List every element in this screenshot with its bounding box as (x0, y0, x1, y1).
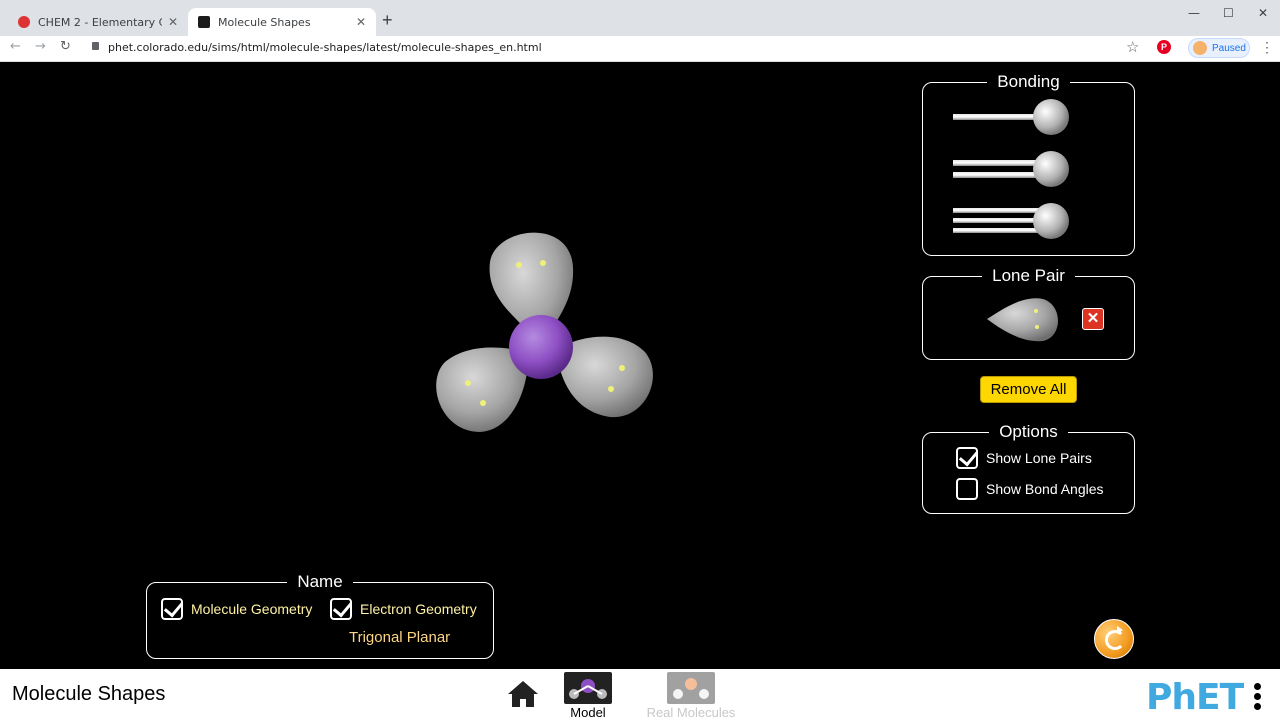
real-molecules-screen-thumbnail (667, 672, 715, 704)
electron-dot (540, 260, 546, 266)
lock-icon (92, 42, 99, 50)
name-title: Name (287, 572, 353, 591)
electron-dot (619, 365, 625, 371)
home-icon[interactable] (506, 679, 540, 709)
show-bond-angles-label: Show Bond Angles (986, 481, 1104, 497)
address-bar[interactable]: phet.colorado.edu/sims/html/molecule-sha… (108, 41, 542, 54)
new-tab-icon[interactable]: + (382, 10, 393, 31)
molecule-geometry-label: Molecule Geometry (191, 601, 313, 617)
screen-model-button[interactable]: Model (543, 672, 633, 720)
profile-button[interactable]: Paused (1188, 38, 1250, 58)
lone-pair-title: Lone Pair (982, 266, 1075, 285)
remove-lone-pair-button[interactable]: ✕ (1082, 308, 1104, 330)
browser-menu-icon[interactable]: ⋮ (1260, 39, 1274, 56)
reset-all-button[interactable] (1094, 619, 1134, 659)
avatar (1193, 41, 1207, 55)
checkbox-checked-icon[interactable] (956, 447, 978, 469)
electron-geometry-name: Trigonal Planar (349, 629, 451, 646)
close-icon[interactable]: ✕ (168, 15, 178, 29)
browser-tab-chem2[interactable]: CHEM 2 - Elementary Chemistry ✕ (8, 8, 188, 36)
double-bond-button[interactable] (953, 149, 1073, 189)
screen-real-molecules-label: Real Molecules (646, 705, 736, 720)
bonding-panel: Bonding (922, 72, 1135, 256)
show-lone-pairs-checkbox[interactable]: Show Lone Pairs (956, 447, 1092, 469)
bookmark-star-icon[interactable]: ☆ (1126, 38, 1139, 56)
phet-menu-icon[interactable] (1254, 683, 1261, 713)
checkbox-checked-icon[interactable] (161, 598, 183, 620)
electron-geometry-checkbox[interactable]: Electron Geometry (330, 598, 477, 620)
browser-toolbar: ← → ↻ phet.colorado.edu/sims/html/molecu… (0, 36, 1280, 62)
checkbox-checked-icon[interactable] (330, 598, 352, 620)
screen-model-label: Model (570, 705, 606, 720)
triple-bond-button[interactable] (953, 201, 1073, 241)
model-screen-thumbnail (564, 672, 612, 704)
molecule-geometry-checkbox[interactable]: Molecule Geometry (161, 598, 312, 620)
options-panel: Options Show Lone Pairs Show Bond Angles (922, 422, 1135, 514)
phet-logo[interactable]: PhET (1146, 677, 1244, 718)
electron-dot (608, 386, 614, 392)
add-lone-pair-button[interactable] (983, 291, 1063, 347)
bonding-title: Bonding (987, 72, 1070, 91)
name-panel: Name Molecule Geometry Electron Geometry… (146, 572, 494, 659)
tab-title: CHEM 2 - Elementary Chemistry (38, 15, 162, 29)
tab-title: Molecule Shapes (218, 15, 311, 29)
maximize-icon[interactable]: ☐ (1223, 6, 1234, 20)
electron-dot (480, 400, 486, 406)
browser-tabstrip: CHEM 2 - Elementary Chemistry ✕ Molecule… (0, 0, 1280, 36)
screen-real-molecules-button[interactable]: Real Molecules (646, 672, 736, 720)
reset-arrowhead (1117, 626, 1123, 634)
electron-dot (465, 380, 471, 386)
sim-title: Molecule Shapes (12, 683, 166, 705)
checkbox-unchecked-icon[interactable] (956, 478, 978, 500)
electron-dot (516, 262, 522, 268)
pinterest-extension-icon[interactable]: P (1157, 40, 1171, 54)
profile-status: Paused (1212, 42, 1246, 54)
phet-favicon-icon (198, 16, 210, 28)
sim-navigation-bar: Molecule Shapes Model Real Molecules PhE… (0, 669, 1280, 720)
single-bond-button[interactable] (953, 97, 1073, 137)
minimize-icon[interactable]: — (1188, 6, 1200, 20)
reload-icon[interactable]: ↻ (60, 39, 71, 54)
sim-play-area: Bonding Lone Pair ✕ Remove All Options S… (0, 62, 1280, 669)
window-close-icon[interactable]: ✕ (1258, 6, 1268, 20)
chem-favicon-icon (18, 16, 30, 28)
browser-tab-molecule-shapes[interactable]: Molecule Shapes ✕ (188, 8, 376, 36)
remove-all-button[interactable]: Remove All (980, 376, 1077, 403)
central-atom[interactable] (509, 315, 573, 379)
show-lone-pairs-label: Show Lone Pairs (986, 450, 1092, 466)
show-bond-angles-checkbox[interactable]: Show Bond Angles (956, 478, 1104, 500)
back-icon[interactable]: ← (10, 39, 21, 54)
forward-icon[interactable]: → (35, 39, 46, 54)
lone-pair-panel: Lone Pair ✕ (922, 266, 1135, 360)
close-icon[interactable]: ✕ (356, 15, 366, 29)
electron-geometry-label: Electron Geometry (360, 601, 477, 617)
options-title: Options (989, 422, 1068, 441)
